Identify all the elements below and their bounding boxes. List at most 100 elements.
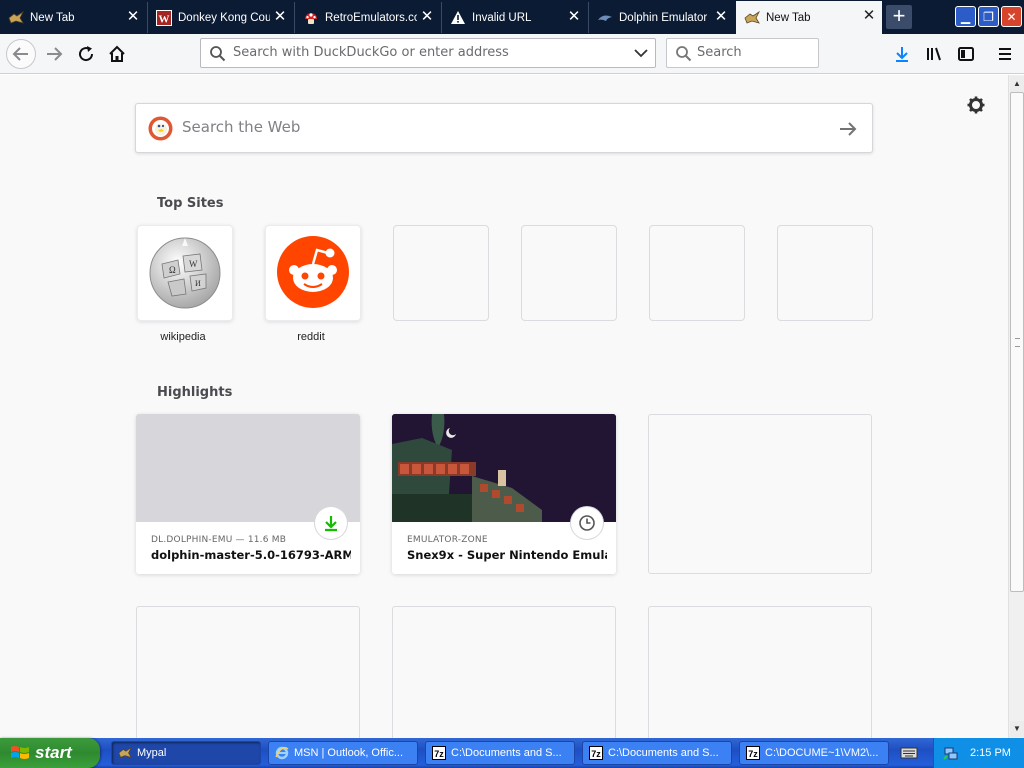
forward-button[interactable] xyxy=(40,40,68,68)
downloads-button[interactable] xyxy=(888,40,916,68)
search-input[interactable] xyxy=(697,45,807,60)
mypal-icon xyxy=(744,10,760,26)
vertical-scrollbar[interactable]: ▲ ▼ xyxy=(1008,75,1024,738)
reload-icon xyxy=(79,46,94,62)
web-search-box[interactable] xyxy=(135,103,873,153)
back-button[interactable] xyxy=(6,39,36,69)
highlight-card-dolphin[interactable]: DL.DOLPHIN-EMU — 11.6 MB dolphin-master-… xyxy=(136,414,360,574)
windows-taskbar: start Mypal MSN | Outlook, Offic... 7z C… xyxy=(0,738,1024,768)
taskbar-item-msn[interactable]: MSN | Outlook, Offic... xyxy=(268,741,418,765)
taskbar-item-7zip-1[interactable]: 7z C:\Documents and S... xyxy=(425,741,575,765)
top-site-empty-slot xyxy=(649,225,745,321)
home-icon xyxy=(109,45,125,62)
tab-label: RetroEmulators.co xyxy=(325,11,417,24)
scroll-up-arrow-icon[interactable]: ▲ xyxy=(1010,76,1024,92)
chevron-down-icon[interactable] xyxy=(634,48,648,58)
tab-label: New Tab xyxy=(30,11,75,24)
library-icon xyxy=(927,47,941,61)
address-bar[interactable] xyxy=(200,38,656,68)
tab-retroemulators[interactable]: RetroEmulators.co ✕ xyxy=(294,2,440,33)
highlight-card-snes9x[interactable]: EMULATOR-ZONE Snex9x - Super Nintendo Em… xyxy=(392,414,616,574)
library-button[interactable] xyxy=(920,40,948,68)
tab-invalid-url[interactable]: Invalid URL ✕ xyxy=(441,2,587,33)
duckduckgo-icon xyxy=(148,116,173,141)
taskbar-item-label: MSN | Outlook, Offic... xyxy=(294,747,404,759)
top-site-reddit[interactable] xyxy=(265,225,361,321)
close-icon[interactable]: ✕ xyxy=(714,9,728,24)
navigation-toolbar xyxy=(0,34,1024,74)
svg-text:W: W xyxy=(159,13,170,25)
taskbar-item-mypal[interactable]: Mypal xyxy=(111,741,261,765)
close-icon[interactable]: ✕ xyxy=(273,9,287,24)
highlight-empty-slot xyxy=(136,606,360,738)
reload-button[interactable] xyxy=(72,40,100,68)
system-tray: 2:15 PM xyxy=(933,738,1024,768)
hamburger-menu-icon xyxy=(999,48,1011,60)
tab-new-tab-1[interactable]: New Tab ✕ xyxy=(0,2,146,33)
tab-new-tab-active[interactable]: New Tab ✕ xyxy=(736,1,882,34)
7zip-icon: 7z xyxy=(589,746,603,760)
dolphin-icon xyxy=(597,10,613,26)
taskbar-item-label: Mypal xyxy=(137,747,167,759)
tab-dolphin-emulator[interactable]: Dolphin Emulator ✕ xyxy=(588,2,734,33)
back-arrow-icon xyxy=(12,47,28,61)
top-site-empty-slot xyxy=(777,225,873,321)
search-icon xyxy=(210,46,226,62)
7zip-icon: 7z xyxy=(432,746,446,760)
new-tab-page: Top Sites Ω W И wikipedia reddit xyxy=(0,75,1008,738)
start-label: start xyxy=(35,743,72,762)
network-icon[interactable] xyxy=(943,745,959,761)
home-button[interactable] xyxy=(103,40,131,68)
top-site-empty-slot xyxy=(521,225,617,321)
close-icon[interactable]: ✕ xyxy=(126,9,140,24)
scrollbar-thumb[interactable] xyxy=(1010,92,1024,592)
mypal-icon xyxy=(8,10,24,26)
ie-icon xyxy=(275,746,289,760)
clock-icon xyxy=(571,507,603,539)
restore-button[interactable]: ❐ xyxy=(978,6,999,27)
new-tab-button[interactable]: + xyxy=(886,5,912,29)
taskbar-item-7zip-3[interactable]: 7z C:\DOCUME~1\VM2\... xyxy=(739,741,889,765)
address-input[interactable] xyxy=(233,45,623,60)
sidebar-button[interactable] xyxy=(952,40,980,68)
tab-strip: New Tab ✕ W Donkey Kong Cou ✕ RetroEmula… xyxy=(0,0,1024,34)
reddit-icon xyxy=(277,236,349,308)
taskbar-item-7zip-2[interactable]: 7z C:\Documents and S... xyxy=(582,741,732,765)
svg-text:W: W xyxy=(189,259,198,269)
card-source: DL.DOLPHIN-EMU — 11.6 MB xyxy=(151,535,287,545)
menu-button[interactable] xyxy=(991,40,1019,68)
card-title: Snex9x - Super Nintendo Emulator... xyxy=(407,548,607,562)
tab-label: Dolphin Emulator xyxy=(619,11,708,24)
scroll-down-arrow-icon[interactable]: ▼ xyxy=(1010,721,1024,737)
svg-text:7z: 7z xyxy=(748,749,758,759)
close-icon[interactable]: ✕ xyxy=(567,9,581,24)
top-site-wikipedia[interactable]: Ω W И xyxy=(137,225,233,321)
search-bar[interactable] xyxy=(666,38,819,68)
w-icon: W xyxy=(156,9,172,26)
clock[interactable]: 2:15 PM xyxy=(970,747,1011,759)
sidebar-icon xyxy=(958,47,974,61)
start-button[interactable]: start xyxy=(0,738,100,768)
top-site-label: reddit xyxy=(297,331,325,343)
window-close-button[interactable]: ✕ xyxy=(1001,6,1022,27)
download-icon xyxy=(315,507,347,539)
highlights-title: Highlights xyxy=(157,385,233,400)
card-title: dolphin-master-5.0-16793-ARM64... xyxy=(151,548,351,562)
highlight-empty-slot xyxy=(648,414,872,574)
game-screenshot-thumbnail xyxy=(392,414,616,522)
top-site-label: wikipedia xyxy=(160,331,206,343)
keyboard-icon[interactable] xyxy=(900,746,918,760)
web-search-input[interactable] xyxy=(182,118,782,136)
card-thumbnail xyxy=(136,414,360,522)
svg-text:7z: 7z xyxy=(434,749,444,759)
taskbar-item-label: C:\DOCUME~1\VM2\... xyxy=(765,747,879,759)
close-icon[interactable]: ✕ xyxy=(862,8,876,23)
tab-donkey-kong[interactable]: W Donkey Kong Cou ✕ xyxy=(147,2,293,33)
mushroom-icon xyxy=(303,10,319,26)
gear-icon[interactable] xyxy=(966,95,986,115)
taskbar-item-label: C:\Documents and S... xyxy=(608,747,719,759)
mypal-icon xyxy=(118,746,132,760)
arrow-right-icon[interactable] xyxy=(836,117,860,141)
minimize-button[interactable]: ▁ xyxy=(955,6,976,27)
close-icon[interactable]: ✕ xyxy=(420,9,434,24)
